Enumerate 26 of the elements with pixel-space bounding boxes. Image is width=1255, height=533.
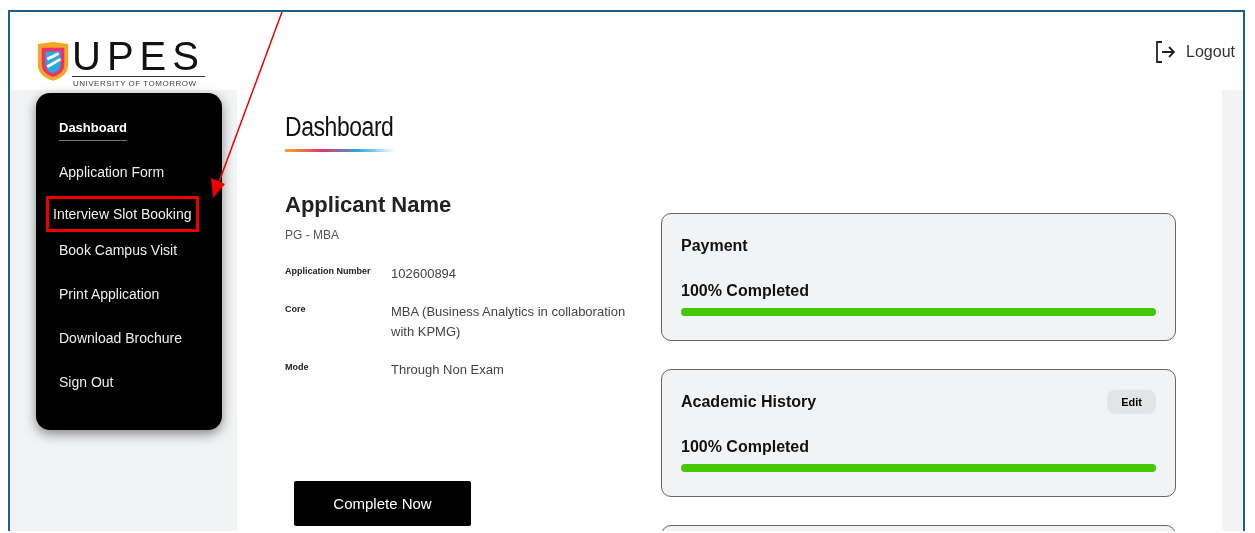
field-label: Application Number: [285, 265, 372, 278]
applicant-name: Applicant Name: [285, 192, 453, 218]
logout-icon: [1154, 40, 1177, 64]
logout-label: Logout: [1186, 43, 1235, 61]
field-value: MBA (Business Analytics in collaboration with KPMG): [391, 303, 627, 341]
sidebar-item[interactable]: Download Brochure: [55, 327, 186, 371]
field-label: Core: [285, 303, 307, 316]
logo-tagline: UNIVERSITY OF TOMORROW: [72, 79, 198, 88]
card-title: Academic History: [681, 393, 817, 411]
program-text: PG - MBA: [285, 228, 340, 242]
completion-text: 100% Completed: [681, 438, 811, 456]
shield-logo-icon: [36, 39, 70, 83]
edit-button[interactable]: Edit: [1107, 390, 1156, 414]
logout-link[interactable]: Logout: [1154, 40, 1235, 64]
logo-wordmark: UPES: [72, 36, 205, 77]
sidebar-item[interactable]: Book Campus Visit: [55, 239, 181, 283]
sidebar-item[interactable]: Dashboard: [55, 117, 131, 161]
field-value: Through Non Exam: [391, 361, 504, 379]
complete-now-button[interactable]: Complete Now: [294, 481, 471, 526]
sidebar-item[interactable]: Sign Out: [55, 371, 118, 415]
field-value: 102600894: [391, 265, 457, 283]
page-title: Dashboard: [285, 112, 395, 143]
sidebar-item[interactable]: Print Application: [55, 283, 164, 327]
field-label: Mode: [285, 361, 310, 374]
completion-text: 100% Completed: [681, 282, 811, 300]
card-title: Payment: [681, 237, 748, 255]
